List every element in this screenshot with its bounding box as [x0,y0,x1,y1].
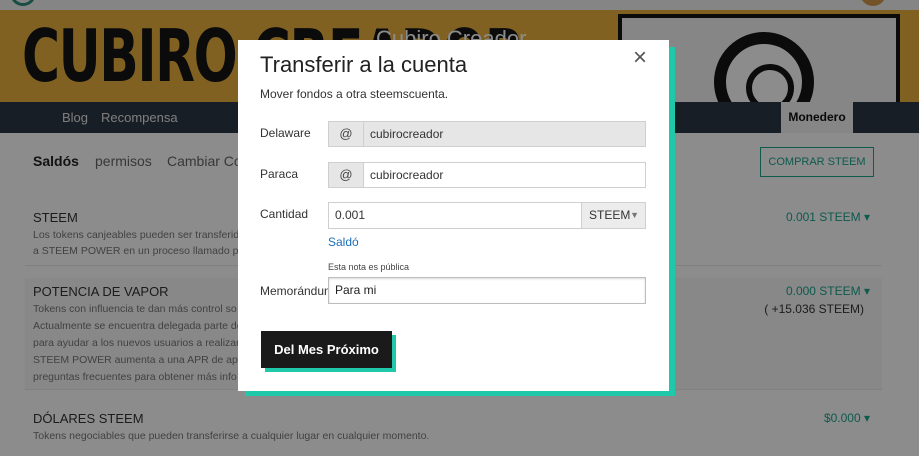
memo-input[interactable]: Para mi [335,278,376,303]
asset-select[interactable]: STEEM ▼ [581,203,645,228]
modal-subtitle: Mover fondos a otra steemscuenta. [260,87,449,101]
caret-down-icon: ▼ [630,210,639,220]
from-value: cubirocreador [370,127,444,141]
memo-public-note: Esta nota es pública [328,262,410,272]
balance-link[interactable]: Saldó [328,235,359,249]
to-label: Paraca [260,167,299,181]
to-field[interactable]: @ cubirocreador [328,162,646,188]
to-value[interactable]: cubirocreador [370,163,443,187]
at-sign-icon: @ [329,163,364,187]
memo-label: Memorándum [260,284,335,298]
modal-title: Transferir a la cuenta [260,52,468,77]
memo-field[interactable]: Para mi [328,277,646,304]
close-icon[interactable]: × [633,46,647,70]
from-label: Delaware [260,126,311,140]
amount-input[interactable]: 0.001 [335,203,365,228]
submit-button[interactable]: Del Mes Próximo [261,331,392,368]
transfer-modal: × Transferir a la cuenta Mover fondos a … [238,40,669,391]
at-sign-icon: @ [329,122,364,146]
from-field: @ cubirocreador [328,121,646,147]
asset-value: STEEM [589,208,631,222]
amount-field[interactable]: 0.001 STEEM ▼ [328,202,646,229]
amount-label: Cantidad [260,207,309,221]
